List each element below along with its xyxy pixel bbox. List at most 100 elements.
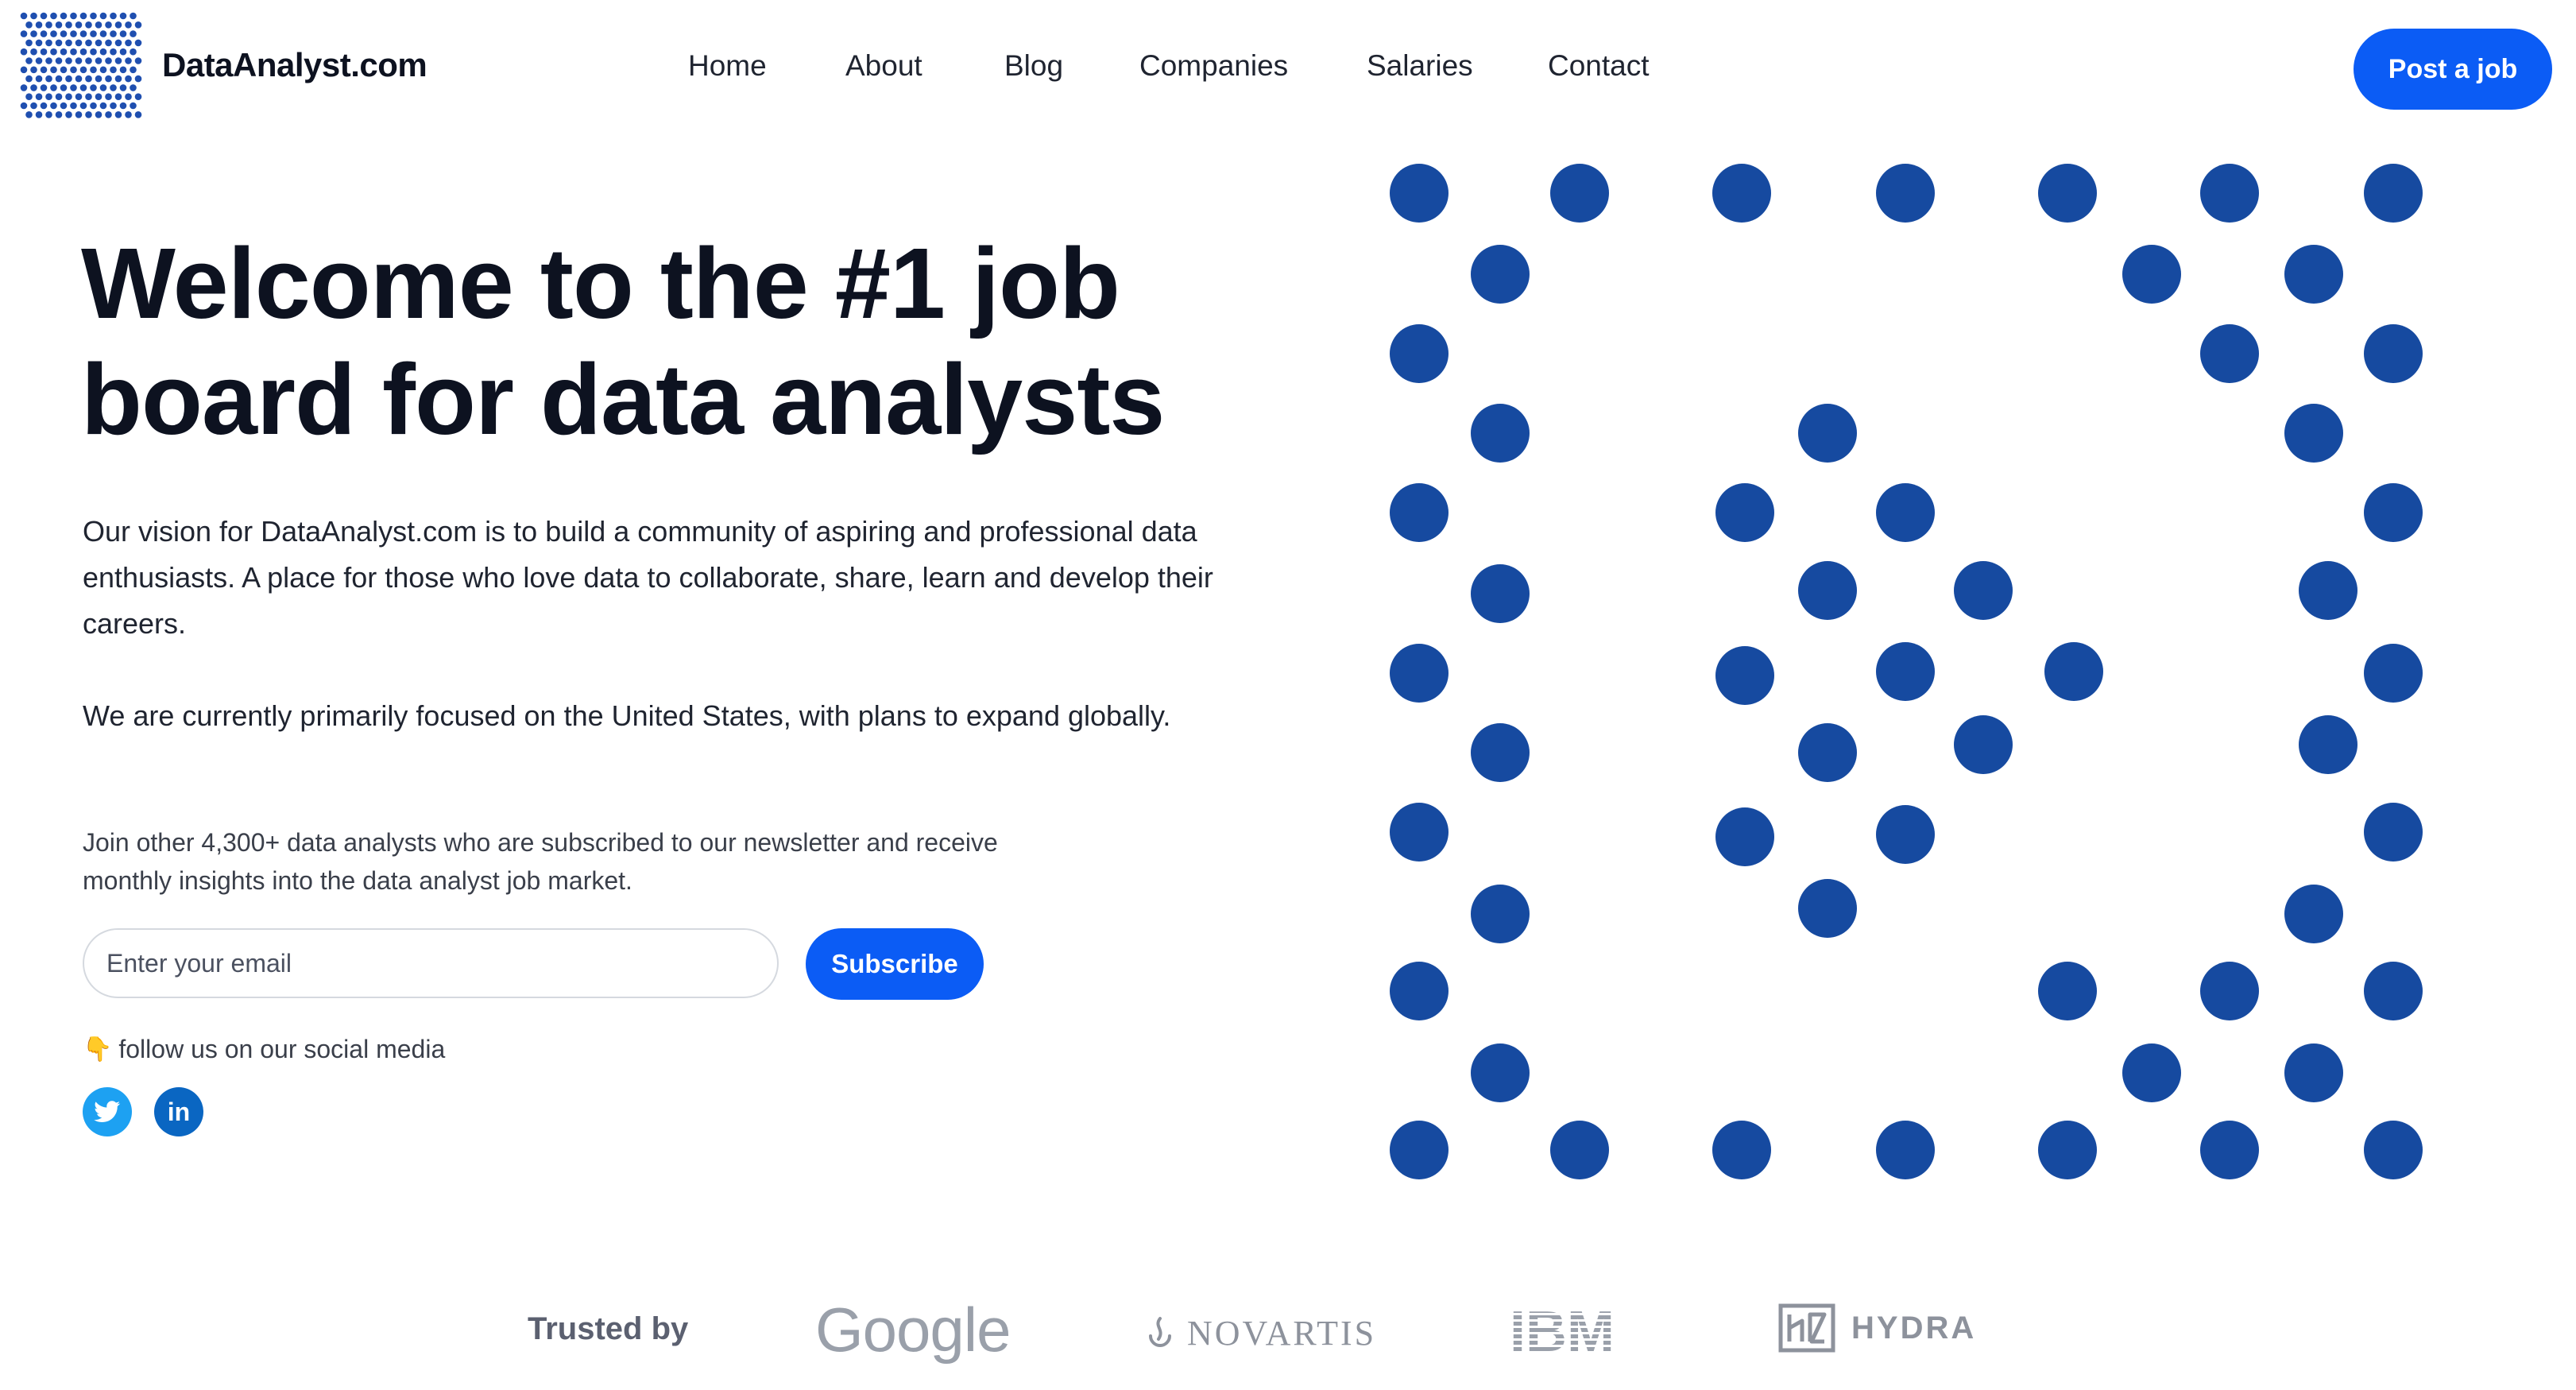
- pattern-dot: [1876, 642, 1935, 701]
- pattern-dot: [1390, 164, 1449, 223]
- logo-dot: [30, 12, 37, 20]
- logo-dot: [134, 21, 142, 29]
- logo-dot: [50, 30, 57, 37]
- logo-dot: [125, 21, 132, 29]
- pattern-dot: [1715, 646, 1774, 705]
- social-follow-text: follow us on our social media: [118, 1035, 446, 1063]
- pattern-dot: [1471, 245, 1530, 304]
- pattern-dot: [2299, 561, 2357, 620]
- logo-dot: [95, 21, 102, 29]
- logo-dot: [20, 12, 28, 20]
- logo-dot: [130, 30, 137, 37]
- logo-dot: [40, 102, 48, 110]
- pattern-dot: [2122, 245, 2181, 304]
- novartis-logo-text: NOVARTIS: [1187, 1314, 1377, 1353]
- pattern-dot: [1390, 324, 1449, 383]
- linkedin-link[interactable]: in: [154, 1087, 203, 1136]
- hydra-mark-icon: [1778, 1303, 1835, 1353]
- logo-dot: [40, 12, 48, 20]
- logo-dot: [105, 93, 112, 100]
- logo-dot: [90, 30, 97, 37]
- logo-dot: [110, 12, 117, 20]
- pattern-dot: [1712, 1121, 1771, 1179]
- logo-dot: [90, 12, 97, 20]
- logo-dot: [99, 12, 107, 20]
- pattern-dot: [2122, 1043, 2181, 1102]
- logo-dot: [55, 21, 63, 29]
- pattern-dot: [2364, 644, 2423, 703]
- logo-dot: [70, 102, 77, 110]
- logo-dot: [79, 30, 87, 37]
- post-a-job-button[interactable]: Post a job: [2354, 29, 2552, 110]
- logo-dot: [20, 30, 28, 37]
- logo-dot: [125, 111, 132, 118]
- logo-dot: [75, 111, 83, 118]
- email-input[interactable]: [83, 928, 779, 998]
- pattern-dot: [1798, 561, 1857, 620]
- logo-dot: [70, 12, 77, 20]
- pattern-dot: [1954, 715, 2013, 774]
- logo-dot: [45, 111, 52, 118]
- pattern-dot: [1876, 164, 1935, 223]
- pattern-dot: [2200, 962, 2259, 1020]
- logo-dot: [130, 102, 137, 110]
- pattern-dot: [2038, 962, 2097, 1020]
- logo-dot: [79, 12, 87, 20]
- ibm-logo: IBM: [1510, 1300, 1645, 1364]
- pattern-dot: [1798, 879, 1857, 938]
- logo-dot: [35, 21, 43, 29]
- pattern-dot: [2364, 803, 2423, 861]
- pointing-down-hand-icon: 👇: [83, 1036, 113, 1063]
- hydra-logo: HYDRA: [1778, 1303, 1976, 1353]
- logo-dot: [75, 93, 83, 100]
- logo-dot: [90, 102, 97, 110]
- pattern-dot: [1471, 885, 1530, 943]
- logo-dot: [105, 21, 112, 29]
- pattern-dot: [2364, 324, 2423, 383]
- logo-dot: [105, 39, 112, 47]
- twitter-link[interactable]: [83, 1087, 132, 1136]
- pattern-dot: [2364, 962, 2423, 1020]
- pattern-dot: [1876, 805, 1935, 864]
- pattern-dot: [2364, 1121, 2423, 1179]
- logo-dot: [70, 30, 77, 37]
- subscribe-button[interactable]: Subscribe: [806, 928, 984, 1000]
- nav-companies[interactable]: Companies: [1139, 49, 1288, 83]
- logo-dot: [130, 12, 137, 20]
- nav-about[interactable]: About: [845, 49, 922, 83]
- nav-contact[interactable]: Contact: [1548, 49, 1650, 83]
- logo-dot: [60, 102, 68, 110]
- logo-dot: [114, 93, 122, 100]
- hero-headline-line-1: Welcome to the #1 job: [81, 227, 1120, 339]
- logo-dot: [79, 102, 87, 110]
- nav-home[interactable]: Home: [688, 49, 767, 83]
- logo-dot: [50, 102, 57, 110]
- main-nav: Home About Blog Companies Salaries Conta…: [0, 49, 2576, 89]
- logo-dot: [35, 39, 43, 47]
- pattern-dot: [2284, 245, 2343, 304]
- logo-dot: [119, 30, 127, 37]
- logo-dot: [60, 12, 68, 20]
- nav-salaries[interactable]: Salaries: [1367, 49, 1473, 83]
- logo-dot: [99, 30, 107, 37]
- logo-dot: [134, 93, 142, 100]
- logo-dot: [85, 21, 92, 29]
- pattern-dot: [2284, 404, 2343, 463]
- pattern-dot: [1712, 164, 1771, 223]
- logo-dot: [65, 93, 72, 100]
- logo-dot: [125, 93, 132, 100]
- nav-blog[interactable]: Blog: [1004, 49, 1063, 83]
- linkedin-icon: in: [167, 1098, 191, 1126]
- logo-dot: [55, 111, 63, 118]
- pattern-dot: [2038, 1121, 2097, 1179]
- pattern-dot: [1390, 1121, 1449, 1179]
- logo-dot: [110, 102, 117, 110]
- logo-dot: [30, 30, 37, 37]
- pattern-dot: [2299, 715, 2357, 774]
- pattern-dot: [1471, 564, 1530, 623]
- logo-dot: [134, 111, 142, 118]
- logo-dot: [35, 111, 43, 118]
- focus-paragraph: We are currently primarily focused on th…: [83, 699, 1171, 732]
- hero-headline: Welcome to the #1 job board for data ana…: [81, 226, 1321, 458]
- pattern-dot: [1390, 483, 1449, 542]
